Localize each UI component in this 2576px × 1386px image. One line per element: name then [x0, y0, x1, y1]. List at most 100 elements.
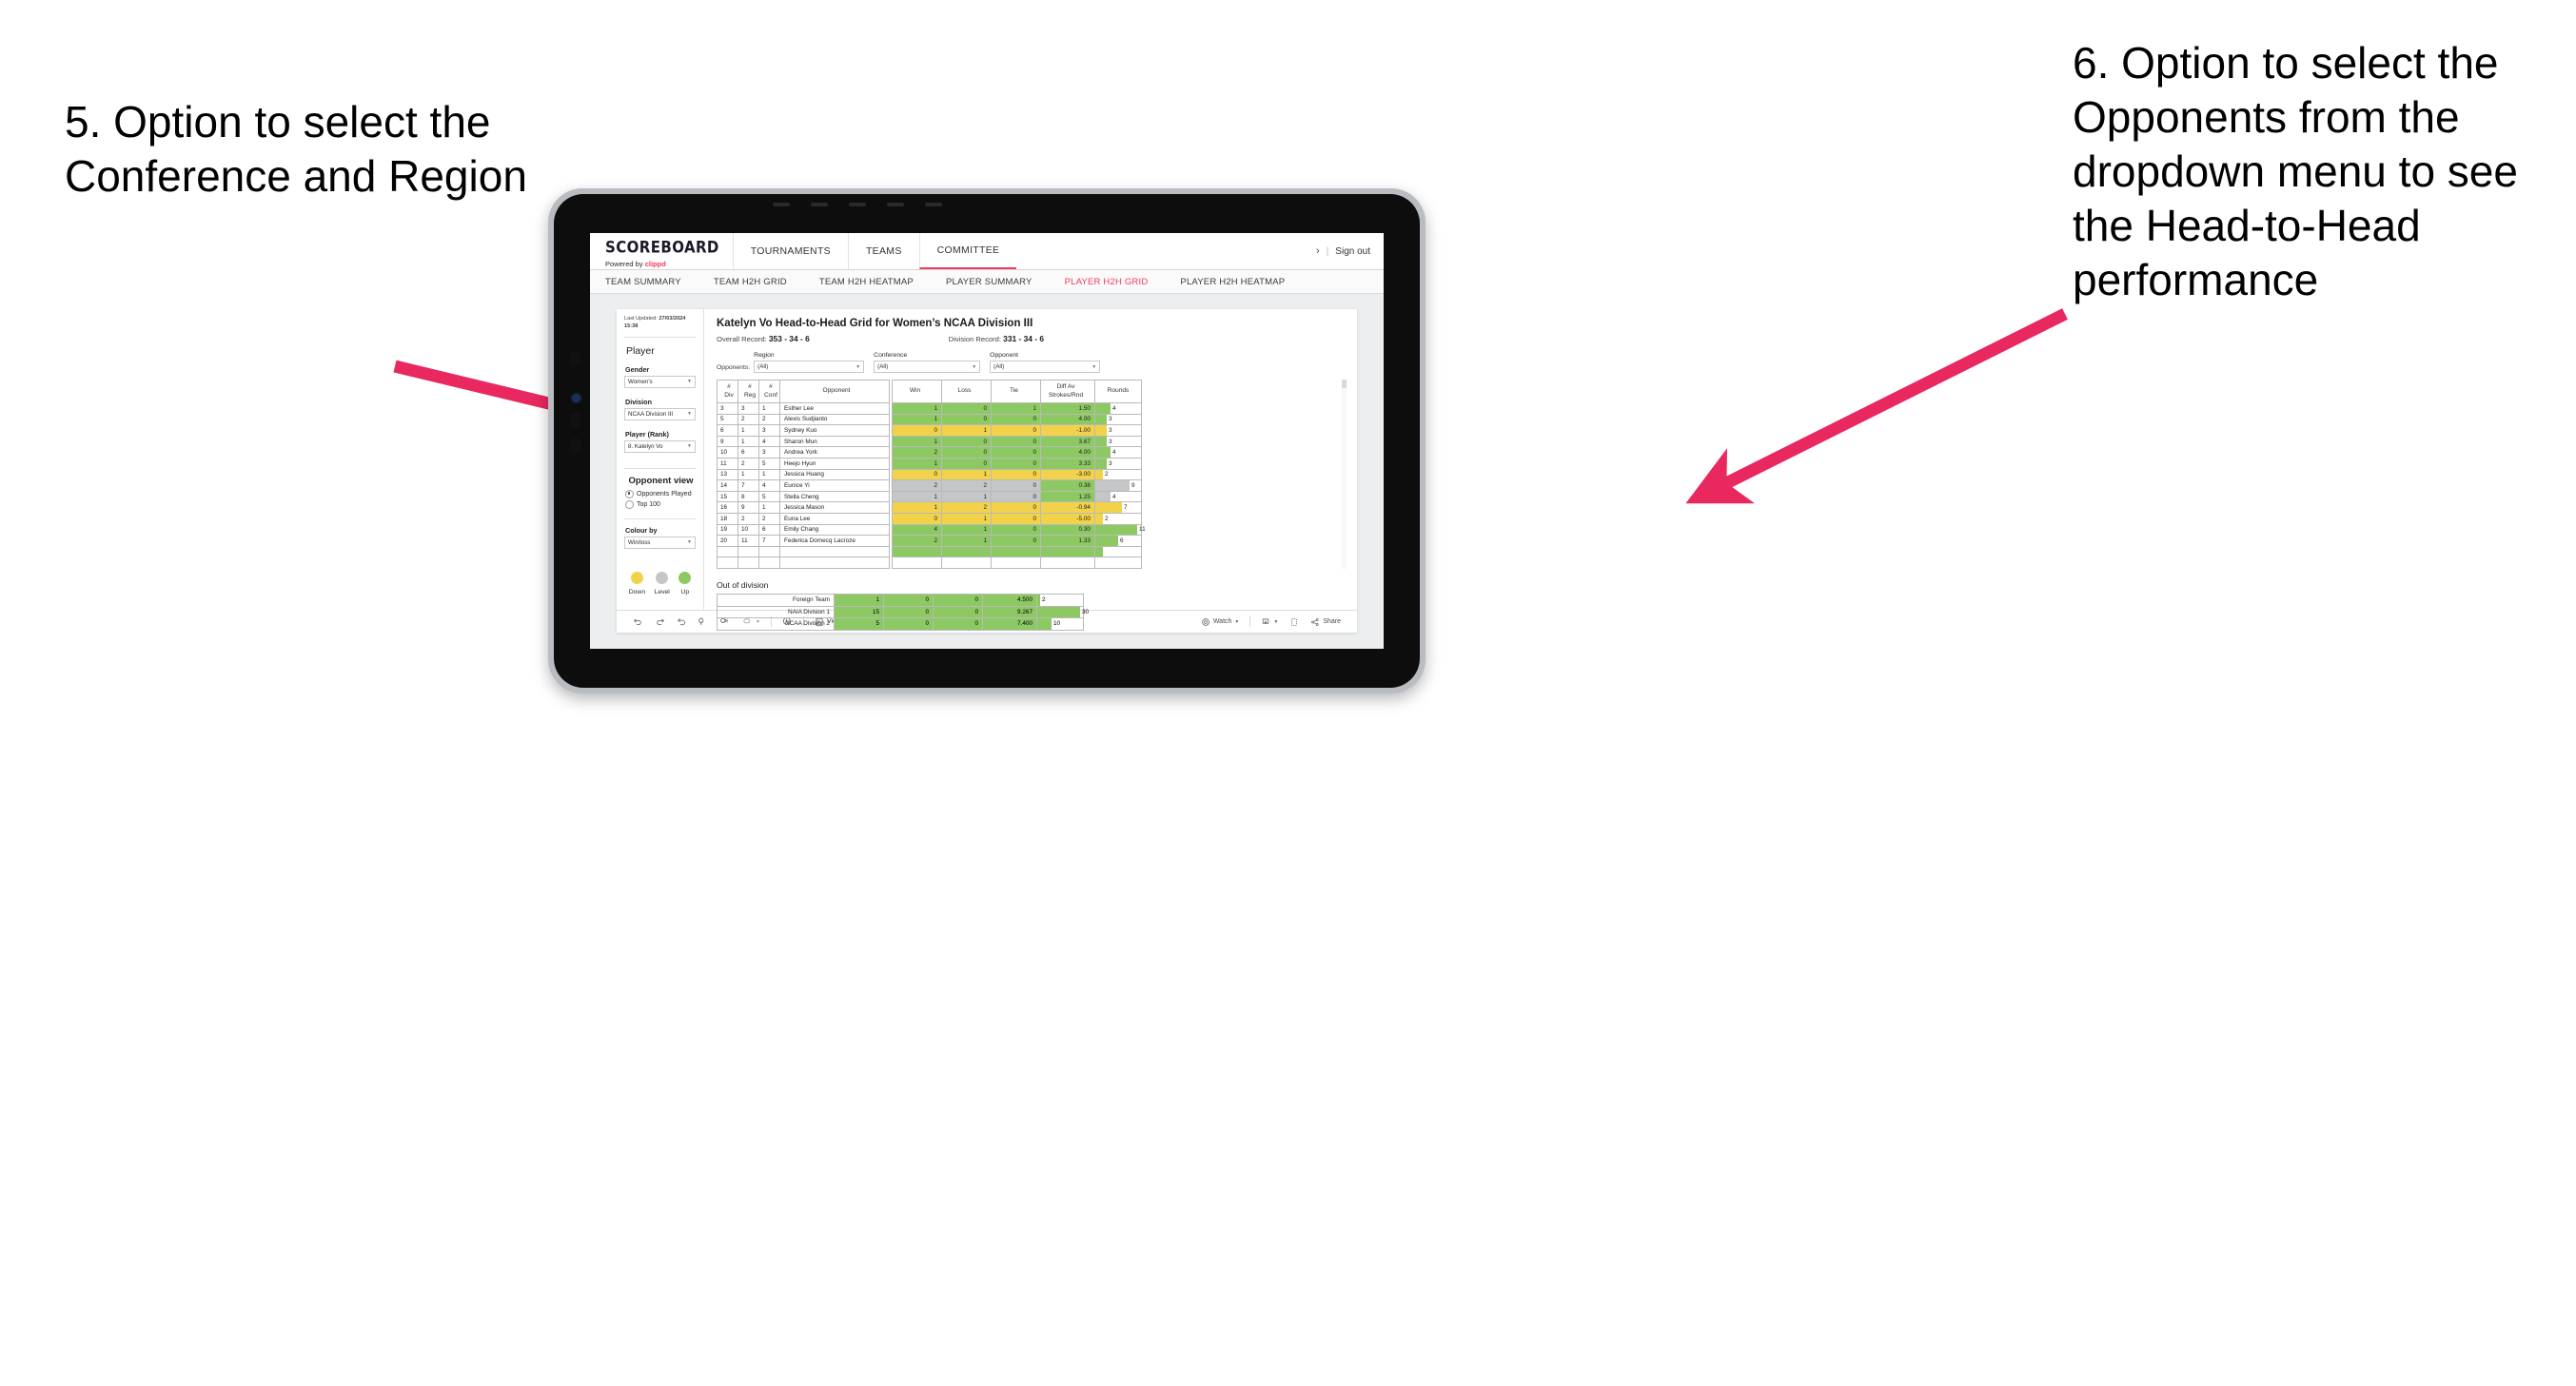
fullscreen-button[interactable] — [1284, 617, 1305, 627]
tab-team-h2h-grid[interactable]: TEAM H2H GRID — [698, 277, 803, 287]
cell: 5 — [758, 490, 780, 503]
radio-opponents-played[interactable]: Opponents Played — [625, 489, 696, 498]
rounds-bar-cell: 4 — [1094, 446, 1142, 459]
filter-region: Region (All) ▼ — [754, 352, 865, 373]
tablet-sensor2-icon — [569, 413, 580, 428]
rounds-value: 4 — [1112, 404, 1116, 412]
share-button[interactable]: Share — [1305, 617, 1347, 627]
cell: 1 — [941, 535, 992, 547]
division-select[interactable]: NCAA Division III ▼ — [624, 407, 696, 420]
cell: 0 — [933, 617, 983, 631]
cell: 2 — [737, 413, 759, 426]
table-row[interactable]: 16 9 1 Jessica Mason 1 2 0 -0.94 7 — [717, 501, 1142, 514]
cell: 1 — [892, 435, 942, 448]
table-row[interactable]: 14 7 4 Eunice Yi 2 2 0 0.38 9 — [717, 479, 1142, 492]
rounds-value: 3 — [1109, 459, 1112, 467]
cell: 1 — [941, 490, 992, 503]
cell: 1 — [892, 402, 942, 415]
label-gender: Gender — [625, 364, 650, 374]
table-row[interactable]: 5 2 2 Alexis Sudjianto 1 0 0 4.00 3 — [717, 413, 1142, 426]
tab-team-h2h-heatmap[interactable]: TEAM H2H HEATMAP — [803, 277, 930, 287]
out-of-division-row[interactable]: NCAA Division 2 5 0 0 7.400 10 — [717, 617, 1084, 631]
cell: 1.33 — [1040, 535, 1095, 547]
rounds-bar — [1095, 436, 1107, 447]
cell: 0 — [883, 617, 934, 631]
sign-out-link[interactable]: Sign out — [1335, 246, 1370, 257]
table-row[interactable]: 20 11 7 Federica Domecq Lacroze 2 1 0 1.33 6 — [717, 535, 1142, 547]
table-row[interactable]: 19 10 6 Emily Chang 4 1 0 0.30 11 — [717, 523, 1146, 537]
cell: Euna Lee — [779, 512, 890, 525]
chevron-down-icon: ▼ — [687, 443, 692, 450]
table-row[interactable]: 9 1 4 Sharon Mun 1 0 0 3.67 3 — [717, 435, 1142, 448]
tab-player-h2h-grid[interactable]: PLAYER H2H GRID — [1049, 277, 1165, 287]
radio-top-100[interactable]: Top 100 — [625, 499, 696, 509]
filter-title-conference: Conference — [874, 352, 908, 359]
rounds-value: 3 — [1109, 438, 1112, 445]
rounds-value: 9 — [1131, 481, 1135, 489]
cell: 0 — [941, 413, 992, 426]
tab-player-h2h-heatmap[interactable]: PLAYER H2H HEATMAP — [1164, 277, 1301, 287]
cell: 4 — [758, 435, 780, 448]
legend-item-level: Level — [655, 571, 670, 595]
cell: 4 — [892, 523, 942, 537]
table-row[interactable]: 10 6 3 Andrea York 2 0 0 4.00 4 — [717, 446, 1142, 459]
tab-team-summary[interactable]: TEAM SUMMARY — [605, 277, 698, 287]
table-row[interactable]: 3 3 1 Esther Lee 1 0 1 1.50 4 — [717, 402, 1142, 415]
chevron-down-icon: ▼ — [1273, 618, 1279, 625]
player-rank-select[interactable]: 8. Katelyn Vo ▼ — [624, 439, 696, 453]
cell: 3 — [758, 424, 780, 437]
chevron-right-icon[interactable]: › — [1316, 245, 1320, 257]
region-select[interactable]: (All) ▼ — [754, 361, 865, 373]
rounds-value: 10 — [1053, 620, 1061, 628]
table-row[interactable]: 6 1 3 Sydney Kuo 0 1 0 -1.00 3 — [717, 424, 1142, 437]
table-scrollbar[interactable] — [1342, 380, 1347, 569]
watch-button[interactable]: Watch ▼ — [1195, 617, 1246, 627]
table-row[interactable]: 11 2 5 Heejo Hyun 1 0 0 3.33 3 — [717, 457, 1142, 470]
col-header-win: Win — [892, 380, 942, 403]
legend-swatch-up — [678, 571, 692, 584]
nav-item-tournaments[interactable]: TOURNAMENTS — [732, 233, 848, 269]
app-logo[interactable]: SCOREBOARD Powered by clippd — [590, 233, 733, 269]
scoreboard-app: SCOREBOARD Powered by clippd TOURNAMENTS… — [590, 233, 1384, 649]
label-player-rank: Player (Rank) — [625, 429, 669, 439]
conference-select[interactable]: (All) ▼ — [874, 361, 981, 373]
rounds-bar-cell: 3 — [1094, 435, 1142, 448]
rounds-bar — [1095, 458, 1107, 469]
opponents-label: Opponents: — [717, 364, 751, 371]
table-row[interactable]: 18 2 2 Euna Lee 0 1 0 -5.00 2 — [717, 512, 1142, 525]
cell: Foreign Team — [717, 593, 835, 607]
tab-player-summary[interactable]: PLAYER SUMMARY — [930, 277, 1049, 287]
cell: 2 — [737, 512, 759, 525]
table-row[interactable]: 15 8 5 Stella Cheng 1 1 0 1.25 4 — [717, 490, 1142, 503]
col-header-rounds: Rounds — [1094, 380, 1142, 403]
cell: 14 — [717, 479, 738, 492]
refresh-button[interactable] — [693, 616, 715, 627]
rounds-bar — [1095, 524, 1137, 536]
tablet-camera-icon — [572, 394, 580, 402]
out-of-division-row[interactable]: NAIA Division 1 15 0 0 9.267 30 — [717, 605, 1089, 619]
sub-navbar: TEAM SUMMARY TEAM H2H GRID TEAM H2H HEAT… — [590, 270, 1384, 294]
revert-button[interactable] — [671, 616, 693, 627]
nav-item-committee[interactable]: COMMITTEE — [918, 233, 1017, 269]
page-title: Katelyn Vo Head-to-Head Grid for Women’s… — [717, 318, 1033, 329]
cell: 0.38 — [1040, 479, 1095, 492]
table-row[interactable]: 13 1 1 Jessica Huang 0 1 0 -3.00 2 — [717, 468, 1142, 481]
scrollbar-thumb[interactable] — [1342, 380, 1347, 388]
cell: Sharon Mun — [779, 435, 890, 448]
undo-button[interactable] — [627, 616, 649, 627]
redo-button[interactable] — [649, 616, 671, 627]
out-of-division-row[interactable]: Foreign Team 1 0 0 4.500 2 — [717, 593, 1084, 607]
rounds-value: 4 — [1112, 449, 1116, 457]
nav-item-teams[interactable]: TEAMS — [847, 233, 919, 269]
colour-by-select[interactable]: Win/loss ▼ — [624, 536, 696, 549]
rounds-bar — [1095, 502, 1122, 513]
divider — [624, 467, 696, 469]
cell: 1 — [737, 468, 759, 481]
opponent-select[interactable]: (All) ▼ — [990, 361, 1101, 373]
download-button[interactable]: ▼ — [1255, 617, 1284, 627]
gender-select[interactable]: Women’s ▼ — [624, 375, 696, 388]
cell: 3 — [737, 402, 759, 415]
division-record: Division Record: 331 - 34 - 6 — [948, 334, 1044, 343]
table-body: 3 3 1 Esther Lee 1 0 1 1.50 4 5 2 2 Alexis Sudjianto… — [717, 402, 1146, 569]
last-updated: Last Updated: 27/03/2024 15:38 — [624, 316, 686, 330]
